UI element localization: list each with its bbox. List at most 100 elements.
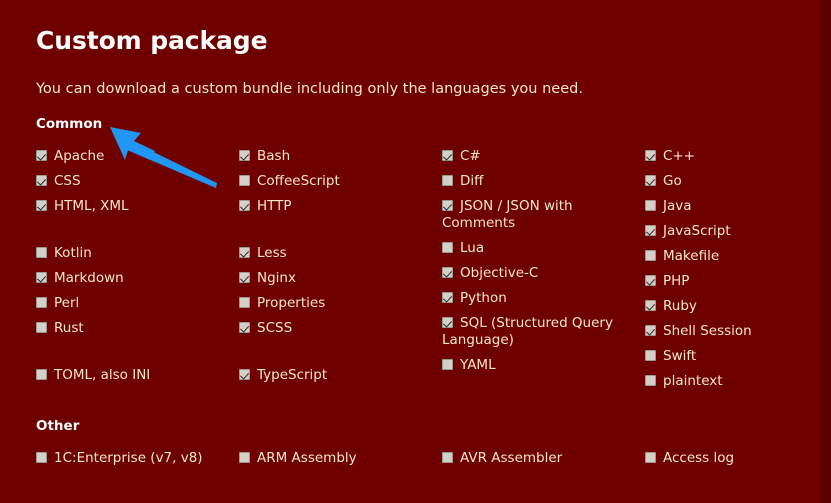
checkbox-label-sql: SQL (Structured Query Language) <box>442 315 613 348</box>
checkbox-ruby[interactable] <box>645 300 656 311</box>
checkbox-label-avr-assembler: AVR Assembler <box>460 450 563 466</box>
checkbox-makefile[interactable] <box>645 250 656 261</box>
checkbox-go[interactable] <box>645 175 656 186</box>
other-column-4: Access log <box>645 450 816 475</box>
checkbox-row-bash[interactable]: Bash <box>239 148 442 165</box>
checkbox-css[interactable] <box>36 175 47 186</box>
checkbox-rust[interactable] <box>36 322 47 333</box>
checkbox-objective-c[interactable] <box>442 267 453 278</box>
checkbox-yaml[interactable] <box>442 359 453 370</box>
checkbox-row-typescript[interactable]: TypeScript <box>239 367 442 384</box>
checkbox-row-html-xml[interactable]: HTML, XML <box>36 198 239 215</box>
checkbox-arm-assembly[interactable] <box>239 452 250 463</box>
checkbox-row-shell-session[interactable]: Shell Session <box>645 323 816 340</box>
checkbox-row-ruby[interactable]: Ruby <box>645 298 816 315</box>
checkbox-row-diff[interactable]: Diff <box>442 173 645 190</box>
checkbox-properties[interactable] <box>239 297 250 308</box>
checkbox-label-diff: Diff <box>460 173 484 189</box>
checkbox-row-java[interactable]: Java <box>645 198 816 215</box>
checkbox-row-plaintext[interactable]: plaintext <box>645 373 816 390</box>
checkbox-row-markdown[interactable]: Markdown <box>36 270 239 287</box>
checkbox-row-scss[interactable]: SCSS <box>239 320 442 337</box>
language-column-2: Bash CoffeeScript HTTP Less Nginx Proper… <box>239 148 442 398</box>
checkbox-label-markdown: Markdown <box>54 270 124 286</box>
checkbox-perl[interactable] <box>36 297 47 308</box>
checkbox-row-coffeescript[interactable]: CoffeeScript <box>239 173 442 190</box>
checkbox-row-nginx[interactable]: Nginx <box>239 270 442 287</box>
checkbox-label-javascript: JavaScript <box>663 223 731 239</box>
checkbox-bash[interactable] <box>239 150 250 161</box>
checkbox-label-1c-enterprise: 1C:Enterprise (v7, v8) <box>54 450 203 466</box>
checkbox-row-cpp[interactable]: C++ <box>645 148 816 165</box>
checkbox-row-toml[interactable]: TOML, also INI <box>36 367 239 384</box>
checkbox-row-csharp[interactable]: C# <box>442 148 645 165</box>
checkbox-row-access-log[interactable]: Access log <box>645 450 816 467</box>
checkbox-label-toml: TOML, also INI <box>54 367 151 383</box>
checkbox-row-css[interactable]: CSS <box>36 173 239 190</box>
checkbox-row-makefile[interactable]: Makefile <box>645 248 816 265</box>
checkbox-label-yaml: YAML <box>460 357 496 373</box>
checkbox-sql[interactable] <box>442 317 453 328</box>
column-spacer <box>239 223 442 245</box>
checkbox-markdown[interactable] <box>36 272 47 283</box>
checkbox-diff[interactable] <box>442 175 453 186</box>
checkbox-plaintext[interactable] <box>645 375 656 386</box>
checkbox-typescript[interactable] <box>239 369 250 380</box>
checkbox-label-kotlin: Kotlin <box>54 245 92 261</box>
checkbox-avr-assembler[interactable] <box>442 452 453 463</box>
checkbox-label-apache: Apache <box>54 148 105 164</box>
column-spacer <box>36 223 239 245</box>
checkbox-label-bash: Bash <box>257 148 291 164</box>
checkbox-csharp[interactable] <box>442 150 453 161</box>
checkbox-row-lua[interactable]: Lua <box>442 240 645 257</box>
checkbox-http[interactable] <box>239 200 250 211</box>
checkbox-1c-enterprise[interactable] <box>36 452 47 463</box>
checkbox-row-properties[interactable]: Properties <box>239 295 442 312</box>
column-spacer <box>239 345 442 367</box>
checkbox-label-makefile: Makefile <box>663 248 720 264</box>
checkbox-nginx[interactable] <box>239 272 250 283</box>
checkbox-row-http[interactable]: HTTP <box>239 198 442 215</box>
checkbox-lua[interactable] <box>442 242 453 253</box>
checkbox-row-swift[interactable]: Swift <box>645 348 816 365</box>
checkbox-row-rust[interactable]: Rust <box>36 320 239 337</box>
checkbox-apache[interactable] <box>36 150 47 161</box>
checkbox-row-perl[interactable]: Perl <box>36 295 239 312</box>
checkbox-row-kotlin[interactable]: Kotlin <box>36 245 239 262</box>
checkbox-row-javascript[interactable]: JavaScript <box>645 223 816 240</box>
checkbox-java[interactable] <box>645 200 656 211</box>
checkbox-row-yaml[interactable]: YAML <box>442 357 645 374</box>
checkbox-php[interactable] <box>645 275 656 286</box>
checkbox-python[interactable] <box>442 292 453 303</box>
checkbox-row-sql[interactable]: SQL (Structured Query Language) <box>442 315 645 349</box>
other-column-1: 1C:Enterprise (v7, v8) <box>36 450 239 475</box>
checkbox-swift[interactable] <box>645 350 656 361</box>
checkbox-label-nginx: Nginx <box>257 270 296 286</box>
checkbox-html-xml[interactable] <box>36 200 47 211</box>
checkbox-row-python[interactable]: Python <box>442 290 645 307</box>
checkbox-kotlin[interactable] <box>36 247 47 258</box>
checkbox-row-php[interactable]: PHP <box>645 273 816 290</box>
checkbox-javascript[interactable] <box>645 225 656 236</box>
page-title: Custom package <box>36 26 268 55</box>
language-grid-other: 1C:Enterprise (v7, v8) ARM Assembly AVR … <box>36 434 816 475</box>
checkbox-row-json[interactable]: JSON / JSON with Comments <box>442 198 645 232</box>
checkbox-row-objective-c[interactable]: Objective-C <box>442 265 645 282</box>
checkbox-cpp[interactable] <box>645 150 656 161</box>
checkbox-coffeescript[interactable] <box>239 175 250 186</box>
checkbox-less[interactable] <box>239 247 250 258</box>
checkbox-access-log[interactable] <box>645 452 656 463</box>
checkbox-toml[interactable] <box>36 369 47 380</box>
language-column-3: C# Diff JSON / JSON with Comments Lua Ob… <box>442 148 645 398</box>
checkbox-row-less[interactable]: Less <box>239 245 442 262</box>
checkbox-row-avr-assembler[interactable]: AVR Assembler <box>442 450 645 467</box>
checkbox-label-shell-session: Shell Session <box>663 323 752 339</box>
checkbox-shell-session[interactable] <box>645 325 656 336</box>
checkbox-row-arm-assembly[interactable]: ARM Assembly <box>239 450 442 467</box>
checkbox-row-apache[interactable]: Apache <box>36 148 239 165</box>
checkbox-json[interactable] <box>442 200 453 211</box>
checkbox-scss[interactable] <box>239 322 250 333</box>
checkbox-row-1c-enterprise[interactable]: 1C:Enterprise (v7, v8) <box>36 450 239 467</box>
checkbox-label-go: Go <box>663 173 682 189</box>
checkbox-row-go[interactable]: Go <box>645 173 816 190</box>
